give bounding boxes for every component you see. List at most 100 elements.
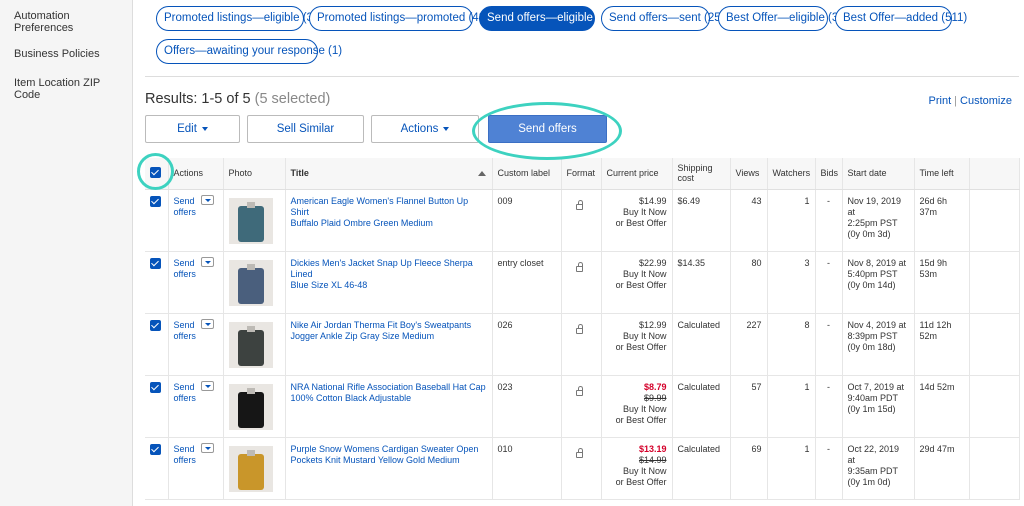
- row-checkbox[interactable]: [150, 195, 161, 207]
- row-photo-cell: [223, 375, 286, 438]
- item-photo[interactable]: [228, 383, 273, 430]
- row-time-left: 11d 12h 52m: [914, 313, 970, 376]
- row-start-date: Nov 8, 2019 at 5:40pm PST (0y 0m 14d): [842, 251, 915, 314]
- results-summary: Results: 1-5 of 5 (5 selected): [145, 91, 331, 107]
- row-checkbox-cell: [145, 251, 169, 314]
- row-price-cell: $22.99 Buy It Now or Best Offer: [601, 251, 673, 314]
- row-checkbox[interactable]: [150, 257, 161, 269]
- row-actions-dropdown[interactable]: [200, 194, 214, 205]
- listings-table: Actions Photo Title Custom label Format …: [145, 158, 1020, 500]
- row-actions-dropdown[interactable]: [200, 256, 214, 267]
- item-title-link[interactable]: Dickies Men's Jacket Snap Up Fleece Sher…: [291, 258, 487, 291]
- filter-promoted-eligible[interactable]: Promoted listings—eligible (35): [156, 6, 323, 31]
- filter-best-offer-eligible[interactable]: Best Offer—eligible (3): [718, 6, 842, 31]
- lock-icon: [575, 447, 583, 458]
- col-time-left[interactable]: Time left: [914, 158, 970, 190]
- lock-icon: [575, 199, 583, 210]
- row-watchers: 8: [767, 313, 816, 376]
- row-custom-label: 010: [492, 437, 562, 500]
- table-row: Send offers Dickies Men's Jacket Snap Up …: [145, 251, 1020, 314]
- page-links: Print | Customize: [928, 95, 1012, 107]
- divider: [145, 76, 1019, 77]
- item-title-link[interactable]: American Eagle Women's Flannel Button Up…: [291, 196, 487, 229]
- row-views: 57: [730, 375, 768, 438]
- row-checkbox-cell: [145, 189, 169, 252]
- filter-send-offers-eligible[interactable]: Send offers—eligible (5): [479, 6, 610, 31]
- row-views: 80: [730, 251, 768, 314]
- col-current-price[interactable]: Current price: [601, 158, 673, 190]
- row-watchers: 1: [767, 437, 816, 500]
- col-views[interactable]: Views: [730, 158, 768, 190]
- row-bids: -: [815, 189, 843, 252]
- row-price-cell: $14.99 Buy It Now or Best Offer: [601, 189, 673, 252]
- table-row: Send offers Purple Snow Womens Cardigan S…: [145, 437, 1020, 500]
- row-actions-cell: Send offers: [168, 437, 224, 500]
- item-photo[interactable]: [228, 259, 273, 306]
- sell-similar-button[interactable]: Sell Similar: [247, 115, 364, 143]
- item-title-link[interactable]: NRA National Rifle Association Baseball …: [291, 382, 487, 404]
- col-photo: Photo: [223, 158, 286, 190]
- col-format[interactable]: Format: [561, 158, 602, 190]
- edit-button[interactable]: Edit: [145, 115, 240, 143]
- row-time-left: 14d 52m: [914, 375, 970, 438]
- customize-link[interactable]: Customize: [960, 95, 1012, 107]
- row-checkbox[interactable]: [150, 381, 161, 393]
- row-views: 69: [730, 437, 768, 500]
- row-custom-label: entry closet: [492, 251, 562, 314]
- row-watchers: 1: [767, 375, 816, 438]
- row-actions-cell: Send offers: [168, 189, 224, 252]
- sidebar-item-business-policies[interactable]: Business Policies: [0, 48, 125, 60]
- row-checkbox-cell: [145, 313, 169, 376]
- row-actions-dropdown[interactable]: [200, 442, 214, 453]
- row-bids: -: [815, 375, 843, 438]
- col-actions: Actions: [168, 158, 224, 190]
- item-photo[interactable]: [228, 321, 273, 368]
- item-photo[interactable]: [228, 445, 273, 492]
- highlight-ring-send-offers: [472, 102, 622, 160]
- row-checkbox-cell: [145, 375, 169, 438]
- row-time-left: 15d 9h 53m: [914, 251, 970, 314]
- col-bids[interactable]: Bids: [815, 158, 843, 190]
- row-views: 227: [730, 313, 768, 376]
- item-title-link[interactable]: Purple Snow Womens Cardigan Sweater Open…: [291, 444, 487, 466]
- row-actions-dropdown[interactable]: [200, 380, 214, 391]
- row-actions-cell: Send offers: [168, 375, 224, 438]
- row-spacer: [969, 189, 1020, 252]
- item-photo[interactable]: [228, 197, 273, 244]
- col-custom-label[interactable]: Custom label: [492, 158, 562, 190]
- table-row: Send offers Nike Air Jordan Therma Fit Bo…: [145, 313, 1020, 376]
- lock-icon: [575, 261, 583, 272]
- row-photo-cell: [223, 189, 286, 252]
- row-shipping: Calculated: [672, 313, 731, 376]
- row-spacer: [969, 251, 1020, 314]
- print-link[interactable]: Print: [929, 95, 952, 107]
- actions-button[interactable]: Actions: [371, 115, 479, 143]
- row-checkbox[interactable]: [150, 443, 161, 455]
- row-time-left: 29d 47m: [914, 437, 970, 500]
- sidebar-item-automation-preferences[interactable]: Automation Preferences: [0, 10, 125, 34]
- col-start-date[interactable]: Start date: [842, 158, 915, 190]
- col-watchers[interactable]: Watchers: [767, 158, 816, 190]
- filter-best-offer-added[interactable]: Best Offer—added (511): [835, 6, 967, 31]
- row-watchers: 1: [767, 189, 816, 252]
- row-views: 43: [730, 189, 768, 252]
- row-spacer: [969, 437, 1020, 500]
- col-spacer: [969, 158, 1020, 190]
- sidebar-item-item-location-zip[interactable]: Item Location ZIP Code: [0, 77, 125, 101]
- lock-icon: [575, 323, 583, 334]
- filter-send-offers-sent[interactable]: Send offers—sent (25): [601, 6, 725, 31]
- col-title[interactable]: Title: [285, 158, 493, 190]
- row-shipping: $6.49: [672, 189, 731, 252]
- row-photo-cell: [223, 251, 286, 314]
- row-checkbox[interactable]: [150, 319, 161, 331]
- filter-promoted-promoted[interactable]: Promoted listings—promoted (482): [309, 6, 495, 31]
- row-actions-dropdown[interactable]: [200, 318, 214, 329]
- filter-offers-awaiting-response[interactable]: Offers—awaiting your response (1): [156, 39, 342, 64]
- item-title-link[interactable]: Nike Air Jordan Therma Fit Boy's Sweatpa…: [291, 320, 487, 342]
- row-photo-cell: [223, 313, 286, 376]
- col-shipping-cost[interactable]: Shipping cost: [672, 158, 731, 190]
- row-start-date: Oct 22, 2019 at 9:35am PDT (0y 1m 0d): [842, 437, 915, 500]
- row-spacer: [969, 375, 1020, 438]
- row-format-cell: [561, 375, 602, 438]
- row-format-cell: [561, 313, 602, 376]
